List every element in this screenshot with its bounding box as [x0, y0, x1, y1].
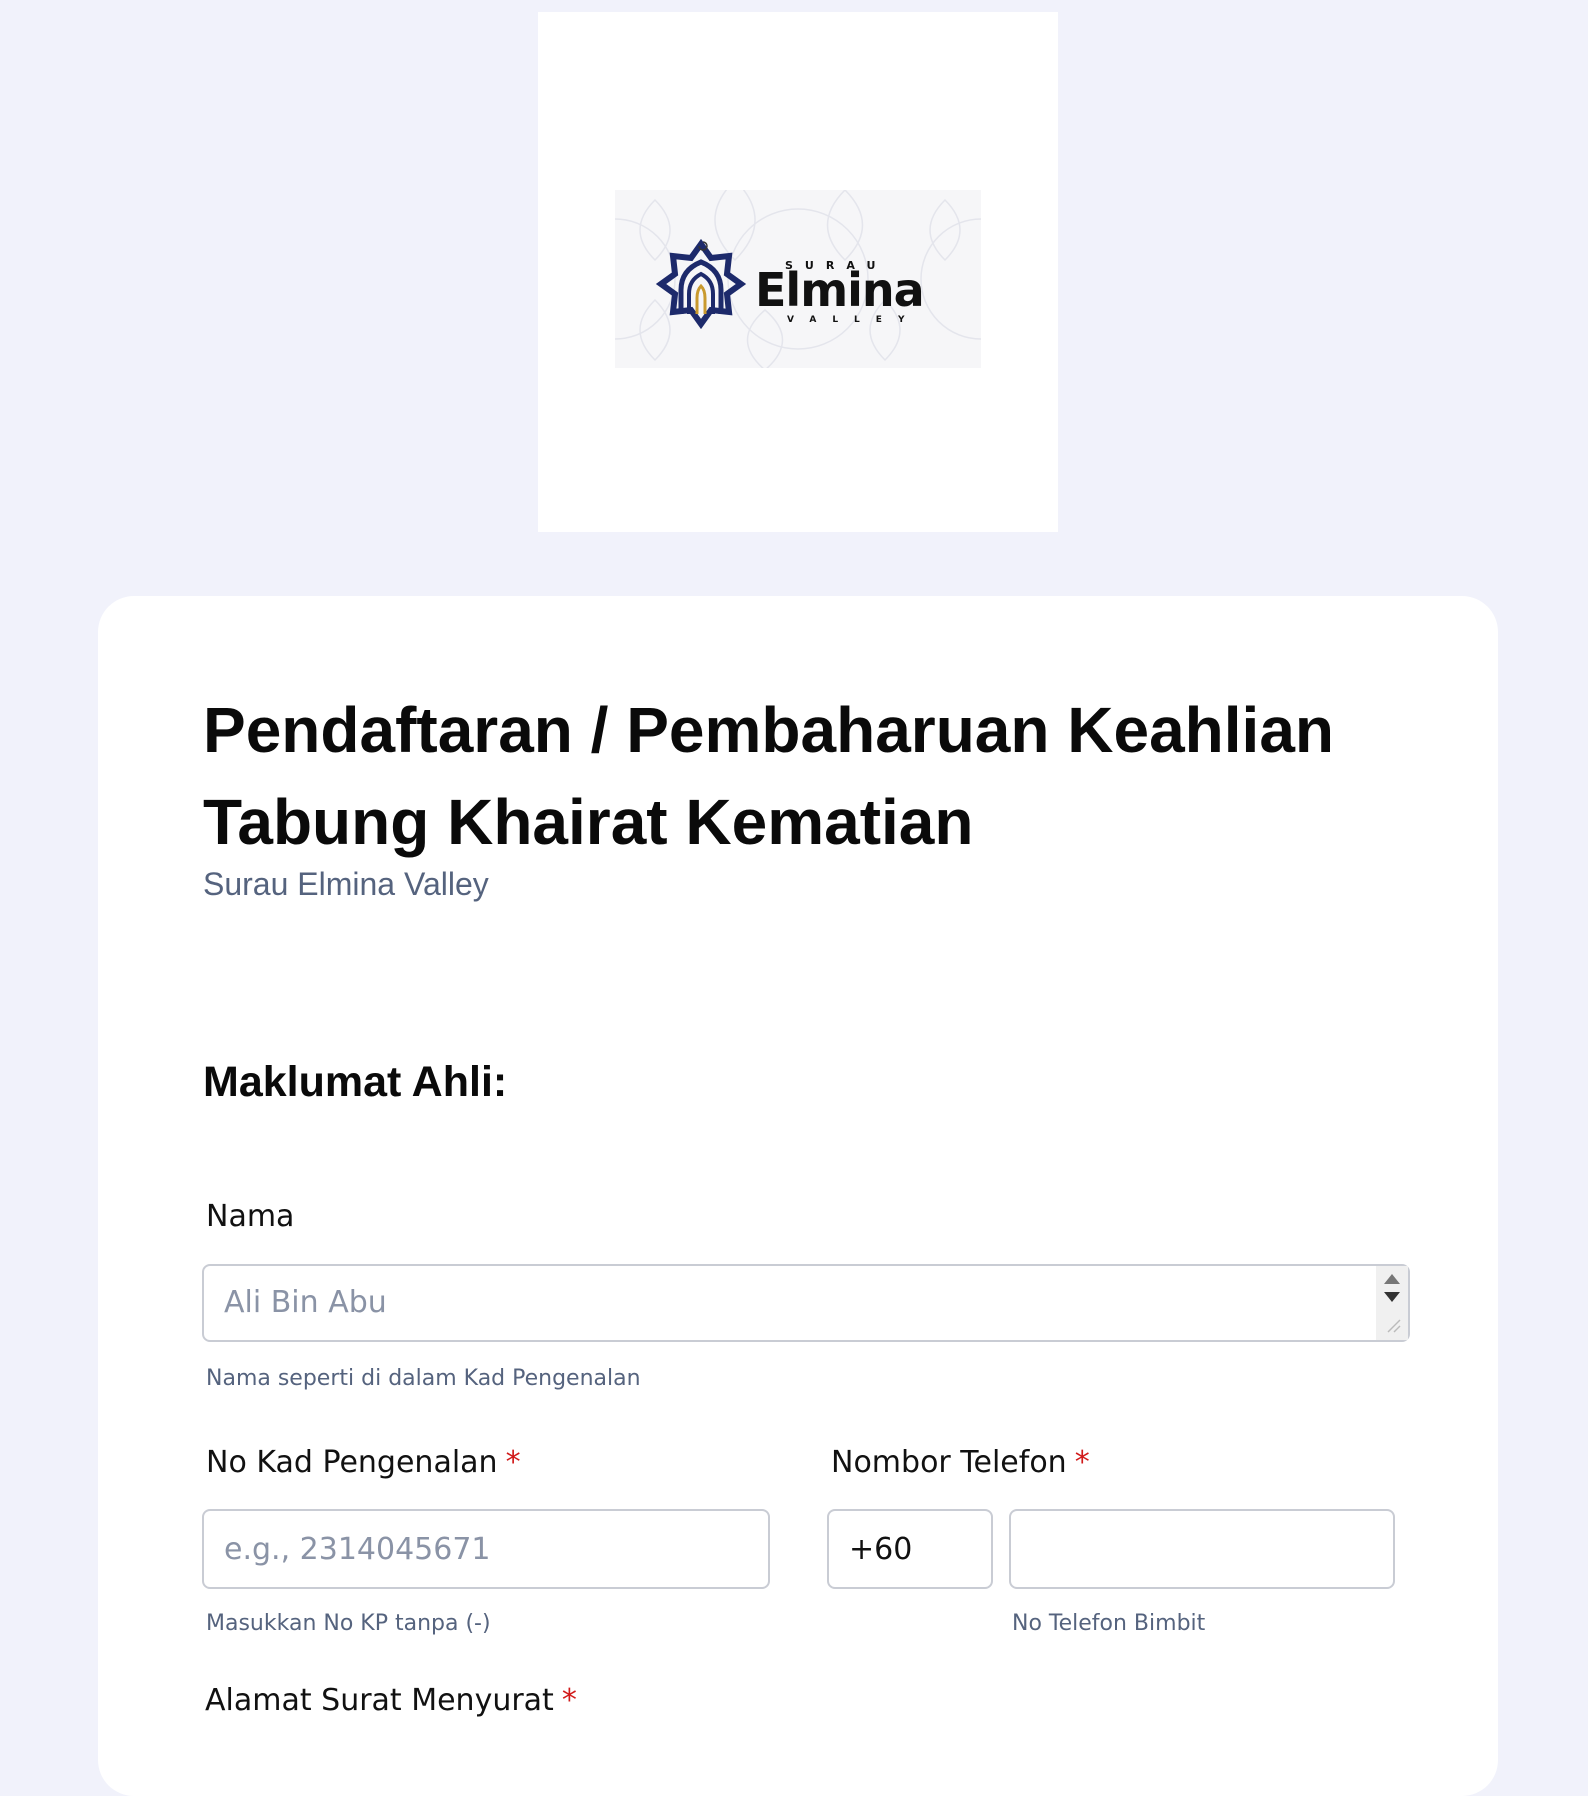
logo-container: SURAU Elmina VALLEY — [538, 12, 1058, 532]
form-subtitle: Surau Elmina Valley — [203, 866, 489, 902]
no-kp-label: No Kad Pengenalan * — [206, 1445, 521, 1480]
nama-scroll-control[interactable] — [1376, 1266, 1408, 1340]
nama-helper-text: Nama seperti di dalam Kad Pengenalan — [206, 1366, 641, 1391]
alamat-required-mark: * — [561, 1683, 577, 1718]
mosque-emblem-icon — [655, 238, 747, 330]
country-code-input[interactable] — [827, 1509, 993, 1589]
nama-input[interactable] — [202, 1264, 1410, 1342]
logo-image: SURAU Elmina VALLEY — [615, 190, 981, 368]
telefon-required-mark: * — [1074, 1445, 1090, 1480]
logo-main-text: Elmina — [755, 263, 925, 317]
nama-label-text: Nama — [206, 1199, 295, 1234]
alamat-label: Alamat Surat Menyurat * — [205, 1683, 577, 1718]
spin-arrows-icon — [1384, 1274, 1401, 1333]
form-title: Pendaftaran / Pembaharuan Keahlian Tabun… — [203, 694, 1334, 858]
logo-bottom-text: VALLEY — [787, 315, 921, 325]
nama-field-wrapper — [202, 1264, 1410, 1342]
telefon-label-text: Nombor Telefon — [831, 1445, 1067, 1480]
no-kp-label-text: No Kad Pengenalan — [206, 1445, 498, 1480]
no-kp-helper-text: Masukkan No KP tanpa (-) — [206, 1611, 491, 1636]
telefon-label: Nombor Telefon * — [831, 1445, 1090, 1480]
telefon-helper-text: No Telefon Bimbit — [1012, 1611, 1206, 1636]
no-kp-input[interactable] — [202, 1509, 770, 1589]
section-heading: Maklumat Ahli: — [203, 1058, 508, 1106]
no-kp-required-mark: * — [505, 1445, 521, 1480]
phone-number-input[interactable] — [1009, 1509, 1395, 1589]
nama-label: Nama — [206, 1199, 294, 1234]
alamat-label-text: Alamat Surat Menyurat — [205, 1683, 554, 1718]
form-card: Pendaftaran / Pembaharuan Keahlian Tabun… — [98, 596, 1498, 1796]
